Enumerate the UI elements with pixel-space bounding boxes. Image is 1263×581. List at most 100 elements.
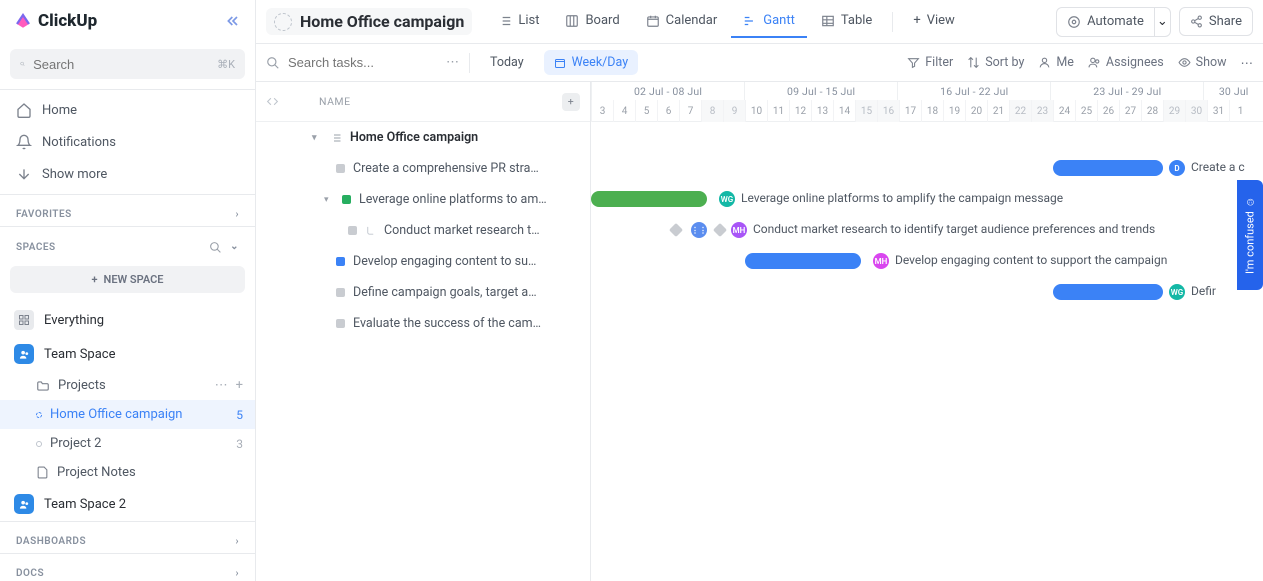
list-icon bbox=[36, 441, 42, 447]
task-row[interactable]: Develop engaging content to su… bbox=[256, 246, 590, 277]
list-project2[interactable]: Project 2 3 bbox=[0, 429, 255, 458]
expand-icon[interactable] bbox=[266, 95, 279, 108]
day-header: 17 bbox=[899, 100, 921, 122]
gantt-bar[interactable] bbox=[1053, 284, 1163, 300]
avatar[interactable]: ⋮⋮ bbox=[691, 222, 707, 238]
me-button[interactable]: Me bbox=[1038, 55, 1074, 70]
view-calendar[interactable]: Calendar bbox=[634, 5, 730, 38]
doc-project-notes-label: Project Notes bbox=[57, 465, 136, 480]
task-search[interactable] bbox=[266, 55, 436, 70]
add-column-button[interactable]: + bbox=[562, 93, 580, 111]
share-button[interactable]: Share bbox=[1179, 7, 1253, 36]
task-row-root[interactable]: ▾ Home Office campaign bbox=[256, 122, 590, 153]
show-button[interactable]: Show bbox=[1178, 55, 1227, 70]
list-home-office[interactable]: Home Office campaign 5 bbox=[0, 400, 255, 429]
page-title: Home Office campaign bbox=[300, 12, 464, 31]
today-button[interactable]: Today bbox=[480, 50, 534, 75]
chevron-down-icon[interactable]: ⌄ bbox=[230, 241, 239, 254]
collapse-sidebar-button[interactable] bbox=[225, 13, 241, 29]
folder-projects[interactable]: Projects ⋯ + bbox=[0, 371, 255, 400]
timescale-button[interactable]: Week/Day bbox=[544, 50, 638, 75]
day-header: 8 bbox=[701, 100, 723, 122]
people-icon bbox=[1088, 56, 1101, 69]
view-board[interactable]: Board bbox=[553, 5, 631, 38]
chevron-right-icon[interactable]: › bbox=[235, 568, 239, 579]
add-view-button[interactable]: +View bbox=[901, 5, 967, 38]
milestone[interactable] bbox=[713, 223, 727, 237]
subtask-icon bbox=[365, 225, 376, 236]
docs-header[interactable]: DOCS bbox=[16, 568, 44, 579]
plus-icon[interactable]: + bbox=[236, 378, 243, 393]
view-table[interactable]: Table bbox=[809, 5, 884, 38]
chevron-right-icon[interactable]: › bbox=[235, 209, 239, 220]
filter-button[interactable]: Filter bbox=[907, 55, 953, 70]
gantt-bar[interactable] bbox=[591, 191, 707, 207]
assignees-button[interactable]: Assignees bbox=[1088, 55, 1164, 70]
view-gantt[interactable]: Gantt bbox=[731, 5, 807, 38]
task-row[interactable]: Conduct market research t… bbox=[256, 215, 590, 246]
favorites-header[interactable]: FAVORITES bbox=[16, 209, 72, 220]
home-icon bbox=[16, 102, 32, 118]
task-row[interactable]: Create a comprehensive PR stra… bbox=[256, 153, 590, 184]
gantt-row: WG Leverage online platforms to amplify … bbox=[591, 184, 1263, 215]
task-row[interactable]: ▾ Leverage online platforms to am… bbox=[256, 184, 590, 215]
task-row[interactable]: Evaluate the success of the cam… bbox=[256, 308, 590, 339]
sort-button[interactable]: Sort by bbox=[967, 55, 1024, 70]
caret-icon[interactable]: ▾ bbox=[312, 133, 322, 143]
gantt-bar[interactable] bbox=[745, 253, 861, 269]
day-header: 29 bbox=[1163, 100, 1185, 122]
view-list[interactable]: List bbox=[486, 5, 551, 38]
team-icon bbox=[14, 344, 34, 364]
gantt-timeline[interactable]: 02 Jul - 08 Jul09 Jul - 15 Jul16 Jul - 2… bbox=[591, 82, 1263, 581]
day-header: 11 bbox=[767, 100, 789, 122]
chevron-right-icon[interactable]: › bbox=[235, 536, 239, 547]
more-icon[interactable]: ⋯ bbox=[446, 55, 459, 70]
filter-icon bbox=[907, 56, 920, 69]
doc-project-notes[interactable]: Project Notes bbox=[0, 458, 255, 487]
nav-show-more[interactable]: Show more bbox=[0, 158, 255, 190]
more-icon[interactable]: ⋯ bbox=[1241, 55, 1254, 71]
space-everything[interactable]: Everything bbox=[0, 303, 255, 337]
gantt-row: ⋮⋮ MH Conduct market research to identif… bbox=[591, 215, 1263, 246]
avatar[interactable]: D bbox=[1169, 160, 1185, 176]
milestone[interactable] bbox=[669, 223, 683, 237]
gantt-bar-label: Develop engaging content to support the … bbox=[895, 253, 1167, 267]
space-team-space[interactable]: Team Space bbox=[0, 337, 255, 371]
search-shortcut: ⌘K bbox=[217, 58, 235, 71]
caret-icon[interactable]: ▾ bbox=[324, 195, 334, 205]
doc-icon bbox=[36, 466, 49, 479]
avatar[interactable]: MH bbox=[731, 222, 747, 238]
day-header: 9 bbox=[723, 100, 745, 122]
space-team-space-2[interactable]: Team Space 2 bbox=[0, 487, 255, 521]
chevron-down-icon bbox=[16, 166, 32, 182]
gantt-bar[interactable] bbox=[1053, 160, 1163, 176]
task-name: Home Office campaign bbox=[350, 130, 478, 145]
nav-home-label: Home bbox=[42, 103, 77, 118]
more-icon[interactable]: ⋯ bbox=[215, 378, 228, 393]
feedback-tab[interactable]: I'm confused ☺ bbox=[1237, 180, 1263, 290]
task-name: Leverage online platforms to am… bbox=[359, 192, 547, 207]
page-title-group[interactable]: Home Office campaign bbox=[266, 8, 472, 35]
sidebar-search-input[interactable] bbox=[33, 57, 209, 72]
avatar[interactable]: WG bbox=[1169, 284, 1185, 300]
new-space-button[interactable]: + NEW SPACE bbox=[10, 266, 245, 293]
spaces-header[interactable]: SPACES bbox=[16, 242, 56, 253]
sidebar-search[interactable]: ⌘K bbox=[10, 49, 245, 79]
nav-notifications[interactable]: Notifications bbox=[0, 126, 255, 158]
task-row[interactable]: Define campaign goals, target a… bbox=[256, 277, 590, 308]
automate-button[interactable]: Automate bbox=[1057, 8, 1154, 36]
avatar[interactable]: WG bbox=[719, 191, 735, 207]
view-tabs: List Board Calendar Gantt Table +View bbox=[486, 5, 967, 38]
dashboards-header[interactable]: DASHBOARDS bbox=[16, 536, 86, 547]
day-header: 4 bbox=[613, 100, 635, 122]
task-search-input[interactable] bbox=[288, 55, 408, 70]
nav-home[interactable]: Home bbox=[0, 94, 255, 126]
search-icon[interactable] bbox=[209, 241, 222, 254]
list-count: 3 bbox=[236, 437, 243, 451]
logo[interactable]: ClickUp bbox=[14, 11, 97, 31]
task-name: Evaluate the success of the cam… bbox=[353, 316, 541, 331]
avatar[interactable]: MH bbox=[873, 253, 889, 269]
gantt-bar-label: Conduct market research to identify targ… bbox=[753, 222, 1155, 236]
automate-dropdown[interactable]: ⌄ bbox=[1154, 8, 1170, 36]
bell-icon bbox=[16, 134, 32, 150]
